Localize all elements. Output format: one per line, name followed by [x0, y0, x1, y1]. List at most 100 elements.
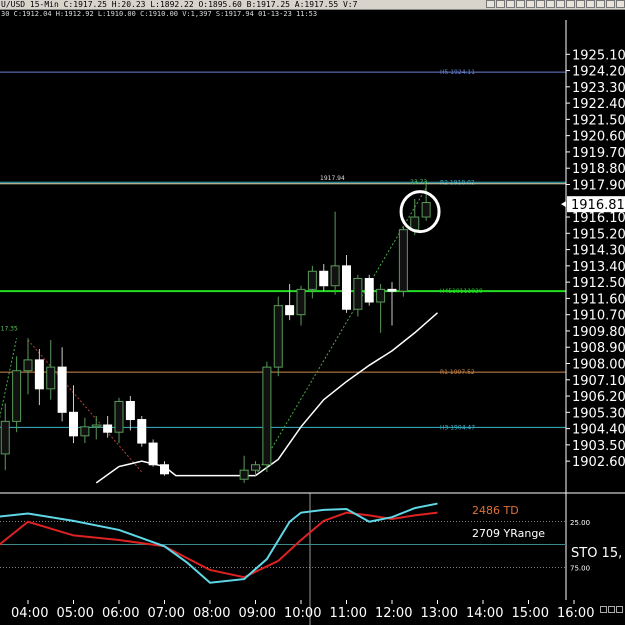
current-price-label: 1916.81 [571, 198, 625, 213]
candle [285, 283, 295, 321]
candle [273, 296, 283, 377]
candle [137, 415, 147, 447]
candle-body [239, 469, 249, 480]
y-tick-label: 1910.70 [572, 309, 625, 324]
candle [23, 338, 33, 395]
level-label: H3 1904.47 [440, 424, 475, 431]
sto-label: STO 15, [571, 546, 622, 561]
y-tick-label: 1924.20 [572, 65, 625, 80]
y-tick-label: 1913.40 [572, 260, 625, 275]
candle [330, 211, 340, 295]
x-tick-label: 14:00 [466, 606, 503, 621]
candle-body [387, 288, 397, 292]
zoom-out-icon[interactable] [608, 606, 615, 613]
candle-body [57, 366, 67, 413]
x-tick-label: 05:00 [57, 606, 94, 621]
candle [421, 184, 431, 221]
main-plot: H5 1924.11 R2 1918.02 H4519111920 R1 1907.5… [0, 69, 566, 484]
candle-body [296, 288, 306, 316]
candle-body [114, 400, 124, 433]
annotation-label: 17.35 [1, 326, 18, 333]
candle-body [364, 278, 374, 303]
candle [34, 349, 44, 406]
candle-body [342, 265, 351, 310]
candle-body [410, 216, 420, 231]
candle-body [285, 305, 295, 316]
candle [57, 347, 67, 422]
y-tick-label: 1912.50 [572, 276, 625, 291]
x-tick-label: 04:00 [11, 606, 48, 621]
candle-body [273, 305, 283, 368]
candle [296, 285, 306, 326]
candle [125, 396, 135, 431]
candle [114, 397, 124, 444]
candle [342, 255, 351, 313]
candle-body [69, 411, 78, 437]
candle-body [23, 359, 33, 372]
candle [148, 439, 158, 467]
y-tick-label: 1911.60 [572, 292, 625, 307]
y-tick-label: 1914.30 [572, 244, 625, 259]
x-tick-label: 15:00 [512, 606, 549, 621]
candle-body [398, 229, 408, 292]
candle [0, 403, 10, 471]
candle-body [12, 370, 22, 422]
y-tick-label: 1923.30 [572, 81, 625, 96]
x-tick-label: 12:00 [375, 606, 412, 621]
candle [307, 265, 317, 299]
y-tick-label: 1916.10 [572, 211, 625, 226]
candle [12, 356, 22, 433]
candle-body [137, 419, 147, 444]
y-tick-label: 1917.90 [572, 178, 625, 193]
y-tick-label: 1906.20 [572, 390, 625, 405]
candle-body [34, 359, 44, 390]
candle-body [319, 270, 329, 287]
candle-body [125, 400, 135, 421]
zoom-in-icon[interactable] [600, 606, 607, 613]
yrange-label: 2709 YRange [472, 527, 545, 540]
candle-body [251, 464, 260, 471]
level-label: H5 1924.11 [440, 69, 475, 76]
candle [46, 339, 56, 400]
x-tick-label: 16:00 [557, 606, 594, 621]
candle [353, 274, 363, 317]
y-tick-label: 1915.20 [572, 227, 625, 242]
level-label: R2 1918.02 [440, 179, 475, 186]
y-tick-label: 1902.60 [572, 455, 625, 470]
highlight-circle [399, 190, 441, 234]
candle-body [160, 464, 169, 475]
candle [376, 283, 386, 333]
x-tick-label: 09:00 [239, 606, 276, 621]
candle [262, 361, 272, 472]
candle-body [330, 265, 340, 287]
td-label: 2486 TD [472, 504, 519, 517]
y-tick-label: 1907.10 [572, 374, 625, 389]
y-tick-label: 1920.60 [572, 130, 625, 145]
level-label: H4519111920 [440, 288, 483, 295]
y-tick-label: 1925.10 [572, 48, 625, 63]
candle-body [307, 270, 317, 290]
scroll-icon[interactable] [616, 606, 623, 613]
candle [160, 461, 169, 476]
candle [319, 264, 329, 292]
candle [69, 385, 78, 444]
candle-body [148, 442, 158, 466]
x-tick-label: 10:00 [284, 606, 321, 621]
y-tick-label: 1904.40 [572, 423, 625, 438]
x-tick-label: 13:00 [421, 606, 458, 621]
candle [103, 415, 113, 438]
x-tick-label: 06:00 [102, 606, 139, 621]
candle [239, 455, 249, 483]
osc-tick-label: 75.00 [570, 564, 590, 572]
y-tick-label: 1922.40 [572, 97, 625, 112]
candle-body [103, 424, 113, 433]
candle [387, 282, 397, 326]
candle-body [0, 420, 10, 455]
candle-body [80, 426, 90, 437]
trend-line-red [27, 339, 143, 473]
annotation-label: 23.73 [410, 179, 427, 186]
chart[interactable]: H5 1924.11 R2 1918.02 H4519111920 R1 1907.5… [0, 0, 625, 625]
x-tick-label: 07:00 [148, 606, 185, 621]
y-tick-label: 1919.70 [572, 146, 625, 161]
current-price-arrow [561, 201, 566, 208]
